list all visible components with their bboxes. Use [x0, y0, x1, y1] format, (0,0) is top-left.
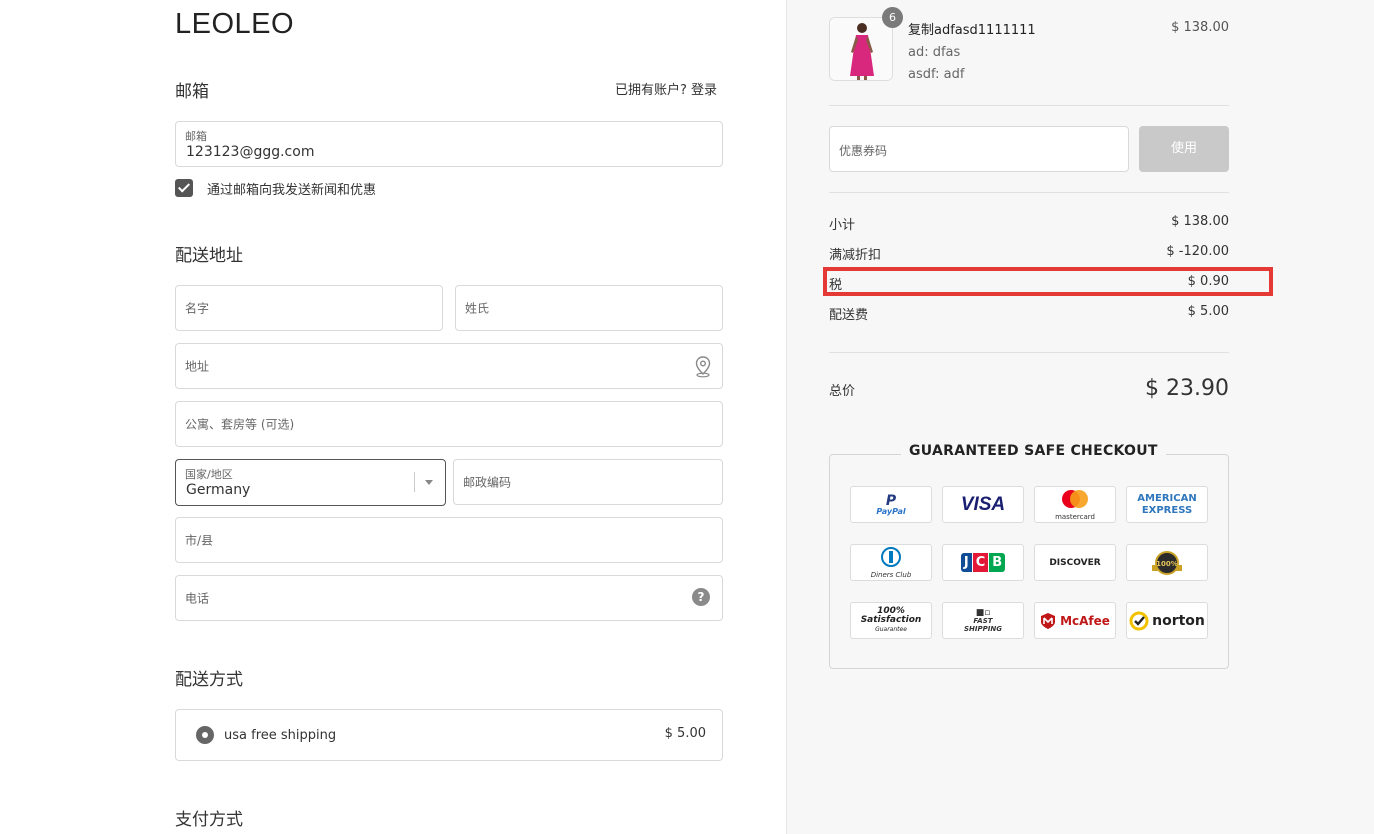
city-input[interactable]: 市/县 — [175, 517, 723, 563]
phone-input[interactable]: 电话 ? — [175, 575, 723, 621]
shipping-method-title: 配送方式 — [175, 670, 243, 690]
coupon-input[interactable]: 优惠券码 — [829, 126, 1129, 172]
visa-badge: VISA — [942, 486, 1024, 523]
email-field[interactable]: 邮箱 123123@ggg.com — [175, 121, 723, 167]
discover-label: DISCOVER — [1049, 557, 1101, 568]
login-link[interactable]: 已拥有账户? 登录 — [615, 79, 717, 98]
shipping-address-title: 配送地址 — [175, 246, 243, 266]
guarantee-seal-badge: 100% — [1126, 544, 1208, 581]
city-placeholder: 市/县 — [185, 533, 214, 548]
subtotal-label: 小计 — [829, 218, 856, 233]
product-variant-1: ad: dfas — [908, 45, 961, 60]
email-section-title: 邮箱 — [175, 82, 209, 102]
location-pin-icon[interactable] — [695, 356, 711, 378]
last-name-placeholder: 姓氏 — [465, 301, 490, 316]
norton-check-icon — [1129, 611, 1149, 630]
mastercard-icon — [1062, 489, 1088, 508]
mcafee-shield-icon — [1041, 612, 1056, 629]
first-name-placeholder: 名字 — [185, 301, 210, 316]
discover-badge: DISCOVER — [1034, 544, 1116, 581]
country-label: 国家/地区 — [185, 468, 233, 481]
last-name-input[interactable]: 姓氏 — [455, 285, 723, 331]
mcafee-badge: McAfee — [1034, 602, 1116, 639]
fast-shipping-line1: FAST — [973, 616, 993, 625]
first-name-input[interactable]: 名字 — [175, 285, 443, 331]
satisfaction-line3: Guarantee — [875, 626, 907, 633]
jcb-badge: J C B — [942, 544, 1024, 581]
total-value: $ 23.90 — [1145, 376, 1229, 401]
amex-label-line1: AMERICAN — [1137, 492, 1197, 504]
email-field-label: 邮箱 — [185, 130, 207, 143]
shipping-option-label: usa free shipping — [224, 728, 337, 743]
gold-seal-icon: 100% — [1152, 550, 1182, 575]
help-icon[interactable]: ? — [692, 588, 710, 606]
product-thumbnail — [829, 17, 893, 81]
fast-shipping-badge: ■▫ FAST SHIPPING — [942, 602, 1024, 639]
seal-label: 100% — [1156, 560, 1178, 568]
satisfaction-line2: Satisfaction — [860, 615, 922, 625]
shipping-fee-value: $ 5.00 — [1187, 304, 1229, 319]
mastercard-badge: mastercard — [1034, 486, 1116, 523]
apply-coupon-button[interactable]: 使用 — [1139, 126, 1229, 172]
satisfaction-badge: 100% Satisfaction Guarantee — [850, 602, 932, 639]
divider — [829, 192, 1229, 193]
shipping-option-price: $ 5.00 — [664, 726, 706, 741]
paypal-badge: P PayPal — [850, 486, 932, 523]
diners-badge: Diners Club — [850, 544, 932, 581]
product-price: $ 138.00 — [1171, 20, 1229, 35]
address-placeholder: 地址 — [185, 359, 210, 374]
visa-label: VISA — [960, 493, 1006, 515]
tax-highlight-annotation — [823, 267, 1273, 296]
subtotal-value: $ 138.00 — [1171, 214, 1229, 229]
mastercard-label: mastercard — [1055, 512, 1095, 521]
norton-badge: norton — [1126, 602, 1208, 639]
phone-placeholder: 电话 — [185, 591, 210, 606]
product-variant-2: asdf: adf — [908, 67, 965, 82]
store-logo[interactable]: LEOLEO — [175, 8, 294, 41]
apartment-placeholder: 公寓、套房等 (可选) — [185, 417, 295, 432]
shipping-option-radio[interactable] — [196, 726, 214, 744]
newsletter-label: 通过邮箱向我发送新闻和优惠 — [207, 183, 377, 198]
safe-checkout-title: GUARANTEED SAFE CHECKOUT — [901, 443, 1166, 459]
select-divider — [414, 472, 415, 492]
payment-title: 支付方式 — [175, 810, 243, 830]
paypal-label: PayPal — [876, 506, 906, 516]
newsletter-checkbox[interactable] — [175, 179, 193, 197]
total-label: 总价 — [829, 384, 856, 399]
diners-label: Diners Club — [870, 570, 912, 579]
norton-label: norton — [1152, 612, 1205, 629]
quantity-badge: 6 — [882, 7, 903, 28]
discount-value: $ -120.00 — [1166, 244, 1229, 259]
shipping-fee-label: 配送费 — [829, 308, 869, 323]
truck-icon: ■▫ — [975, 607, 991, 618]
fast-shipping-line2: SHIPPING — [964, 624, 1002, 633]
amex-label-line2: EXPRESS — [1141, 504, 1193, 516]
divider — [829, 105, 1229, 106]
jcb-icon: J C B — [960, 553, 1006, 572]
product-image — [830, 18, 892, 80]
address-input[interactable]: 地址 — [175, 343, 723, 389]
amex-badge: AMERICAN EXPRESS — [1126, 486, 1208, 523]
postcode-placeholder: 邮政编码 — [463, 475, 512, 490]
apartment-input[interactable]: 公寓、套房等 (可选) — [175, 401, 723, 447]
product-name: 复制adfasd1111111 — [908, 23, 1036, 38]
coupon-placeholder: 优惠券码 — [839, 144, 888, 158]
mcafee-label: McAfee — [1060, 613, 1110, 628]
discount-label: 满减折扣 — [829, 248, 882, 263]
country-value: Germany — [186, 482, 251, 498]
postcode-input[interactable]: 邮政编码 — [453, 459, 723, 505]
diners-icon — [880, 546, 901, 567]
shipping-option[interactable]: usa free shipping $ 5.00 — [175, 709, 723, 761]
divider — [829, 352, 1229, 353]
chevron-down-icon — [425, 480, 433, 485]
country-select[interactable]: 国家/地区 Germany — [175, 459, 446, 506]
email-field-value: 123123@ggg.com — [186, 144, 315, 160]
